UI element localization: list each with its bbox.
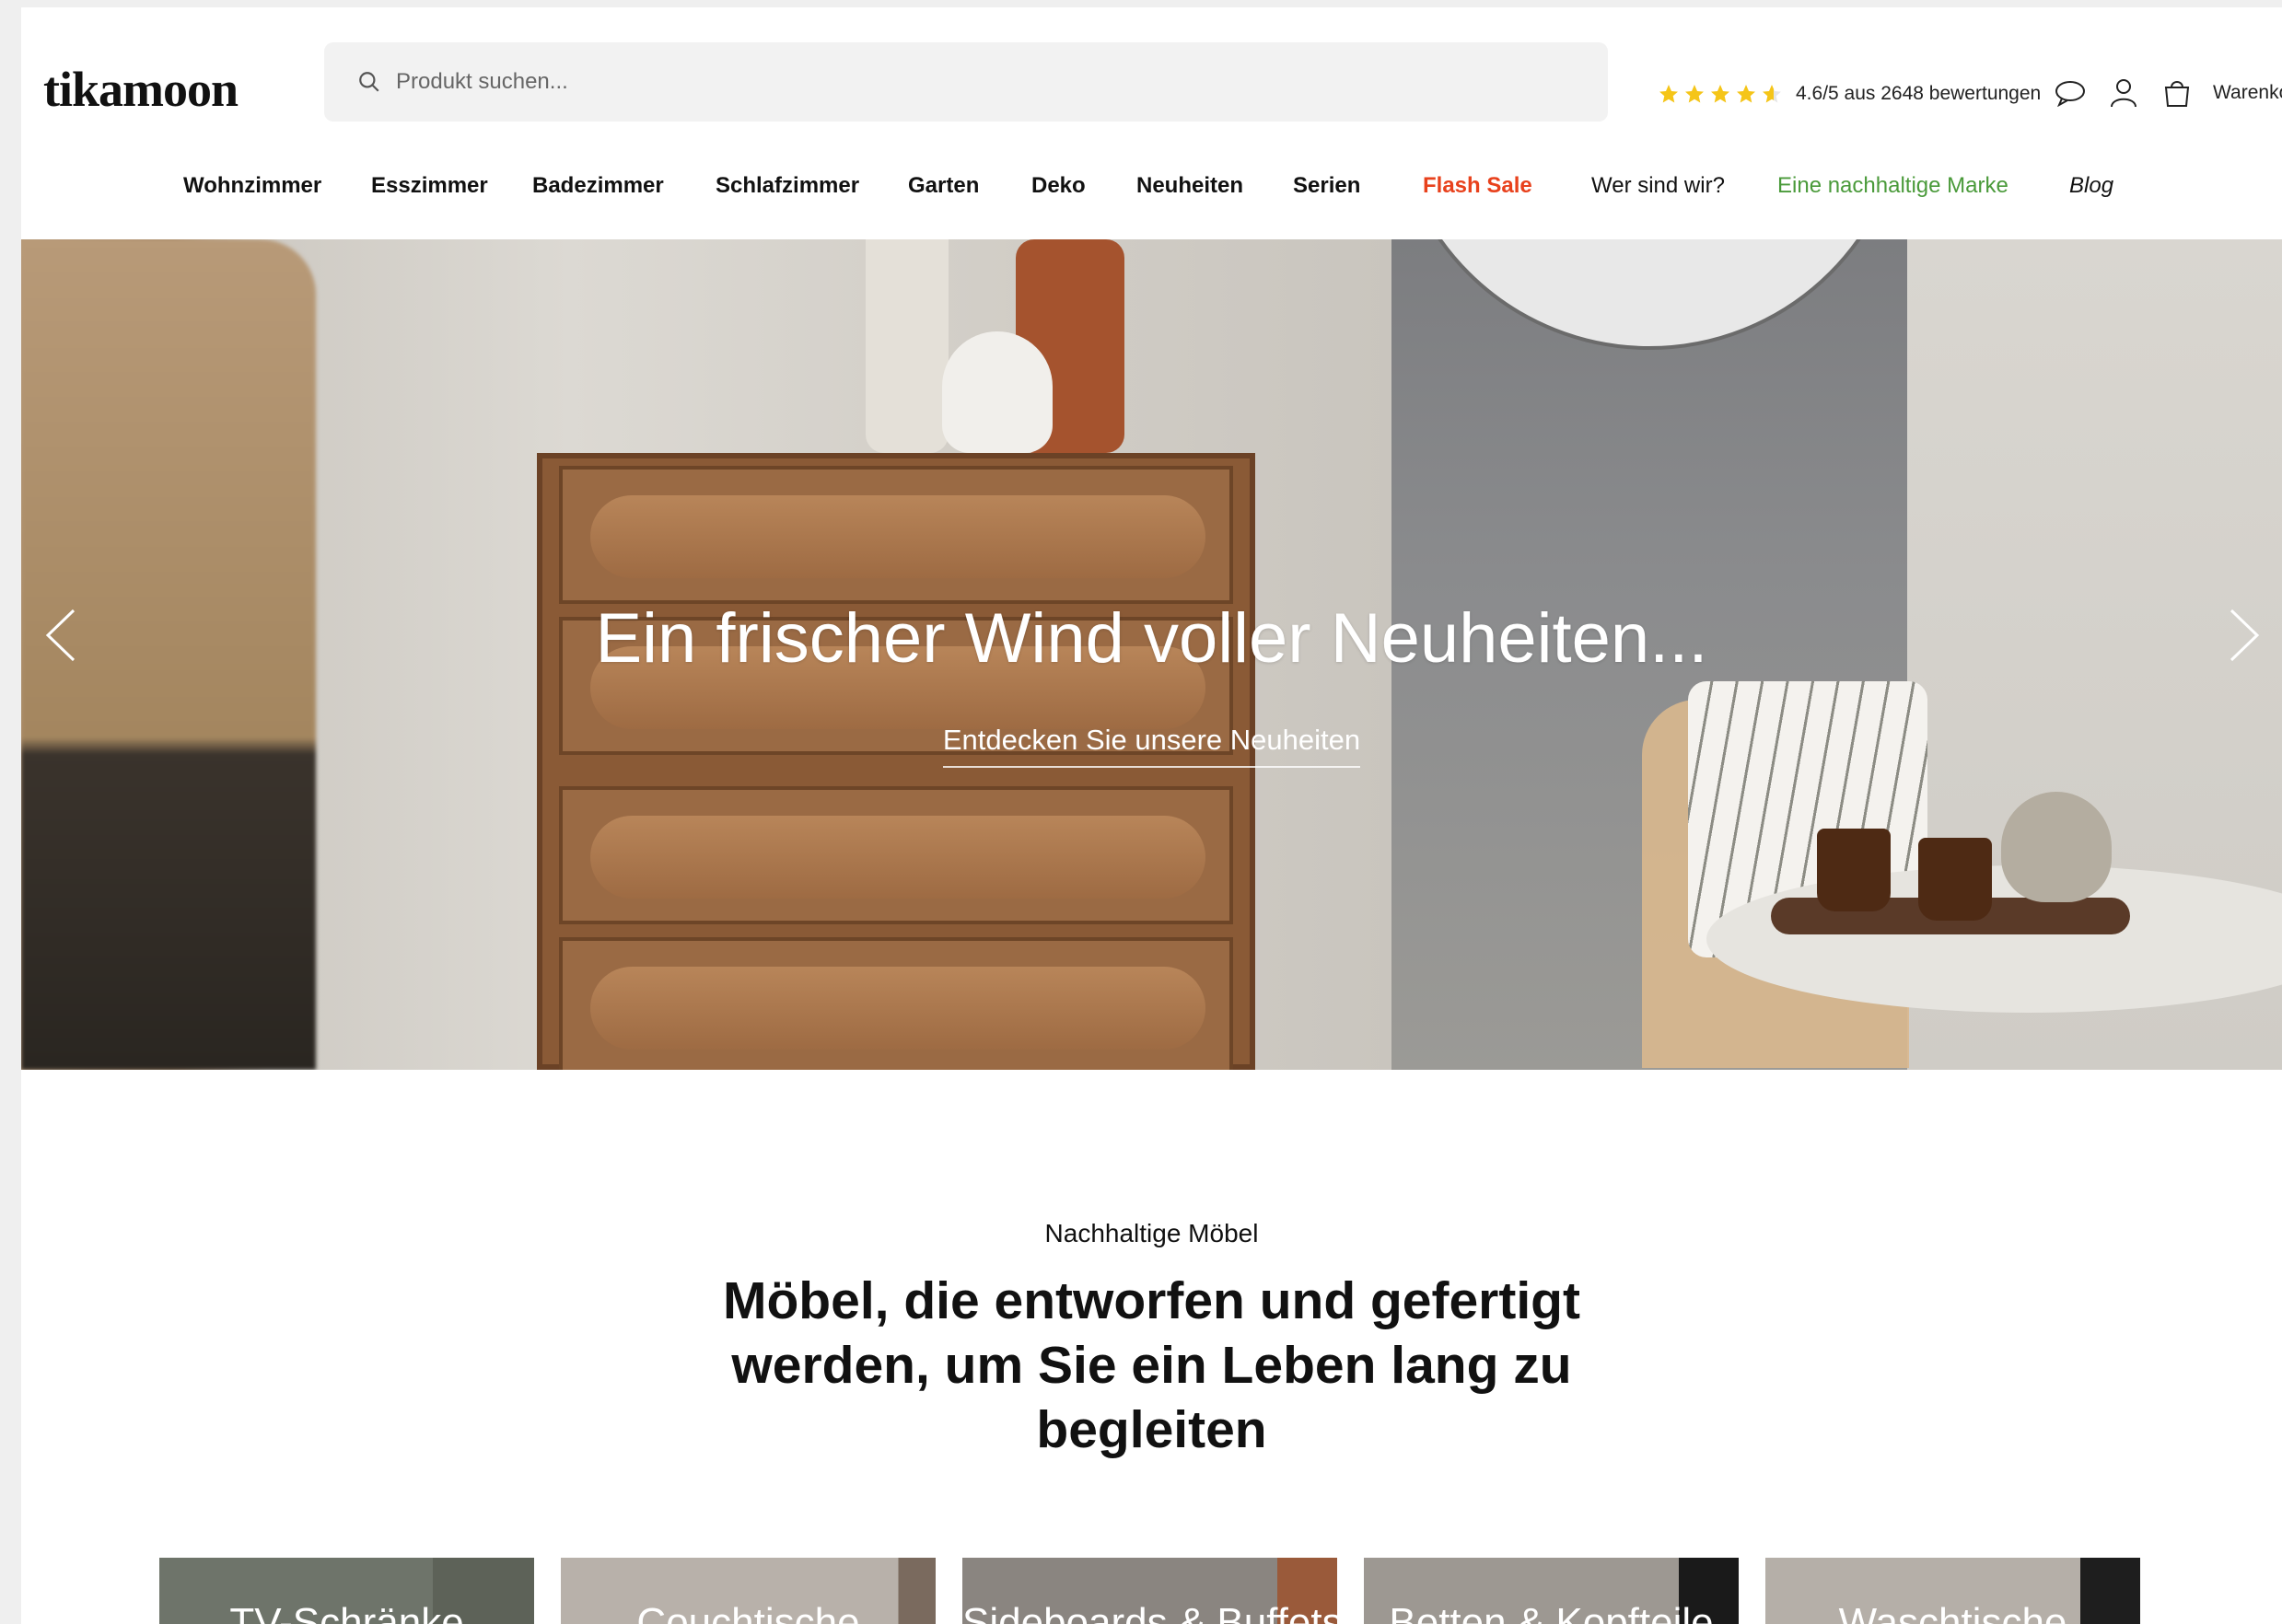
cup-decor [1817,829,1891,911]
logo[interactable]: tikamoon [43,61,239,118]
carousel-next-button[interactable] [2218,594,2273,677]
category-label: TV-Schränke [229,1600,464,1624]
star-icon [1685,85,1704,103]
rating-text: 4.6/5 aus 2648 bewertungen [1796,83,2042,104]
hero-banner[interactable]: Ein frischer Wind voller Neuheiten... En… [21,239,2282,1070]
nav-item-wer-sind-wir[interactable]: Wer sind wir? [1591,173,1725,199]
page: tikamoon 4.6/5 aus 2648 bewertungen Ware… [21,7,2282,1624]
category-card-waschtische[interactable]: Waschtische [1765,1558,2140,1624]
nav-item-deko[interactable]: Deko [1031,173,1086,199]
category-card-tv-schraenke[interactable]: TV-Schränke [159,1558,534,1624]
chat-icon[interactable] [2053,75,2088,110]
chevron-right-icon [2230,609,2260,662]
star-icon [1711,85,1729,103]
nav-item-neuheiten[interactable]: Neuheiten [1136,173,1243,199]
vase-decor [866,239,949,453]
account-icon[interactable] [2106,75,2141,110]
search-icon [359,72,379,92]
teapot-decor [2001,792,2112,902]
category-label: Sideboards & Buffets [962,1600,1337,1624]
rating-stars [1658,83,1787,105]
half-star-icon [1763,85,1781,103]
cart-icon[interactable] [2160,75,2195,110]
category-card-couchtische[interactable]: Couchtische [561,1558,936,1624]
nav-item-serien[interactable]: Serien [1293,173,1360,199]
cup-decor [1918,838,1992,921]
nav-item-nachhaltige-marke[interactable]: Eine nachhaltige Marke [1777,173,2008,199]
category-cards: TV-Schränke Couchtische Sideboards & Buf… [159,1558,2167,1624]
main-nav: Wohnzimmer Esszimmer Badezimmer Schlafzi… [21,173,2282,210]
vase-decor [942,331,1053,453]
category-card-sideboards[interactable]: Sideboards & Buffets [962,1558,1337,1624]
star-icon [1659,85,1678,103]
chevron-left-icon [45,609,76,662]
category-label: Betten & Kopfteile [1389,1600,1714,1624]
carousel-prev-button[interactable] [32,594,87,677]
category-label: Couchtische [636,1600,860,1624]
nav-item-schlafzimmer[interactable]: Schlafzimmer [716,173,859,199]
nav-item-badezimmer[interactable]: Badezimmer [532,173,664,199]
rating-widget[interactable]: 4.6/5 aus 2648 bewertungen [1658,83,2041,105]
hero-title: Ein frischer Wind voller Neuheiten... [595,599,1708,678]
nav-item-esszimmer[interactable]: Esszimmer [371,173,488,199]
hero-cta-link[interactable]: Entdecken Sie unsere Neuheiten [942,724,1361,768]
section-headline: Möbel, die entworfen und gefertigt werde… [723,1271,1580,1459]
nav-item-garten[interactable]: Garten [908,173,979,199]
star-icon [1737,85,1755,103]
nav-item-wohnzimmer[interactable]: Wohnzimmer [183,173,321,199]
search-bar[interactable] [324,42,1608,122]
hero-cta-wrap: Entdecken Sie unsere Neuheiten [21,724,2282,768]
cart-label[interactable]: Warenkorb [2213,82,2282,104]
search-input[interactable] [396,69,1501,95]
category-card-betten[interactable]: Betten & Kopfteile [1364,1558,1739,1624]
category-label: Waschtische [1838,1600,2067,1624]
section-kicker: Nachhaltige Möbel [1044,1219,1259,1247]
header-actions: Warenkorb [2053,75,2282,110]
nav-item-flash-sale[interactable]: Flash Sale [1423,173,1532,199]
nav-item-blog[interactable]: Blog [2069,173,2113,199]
